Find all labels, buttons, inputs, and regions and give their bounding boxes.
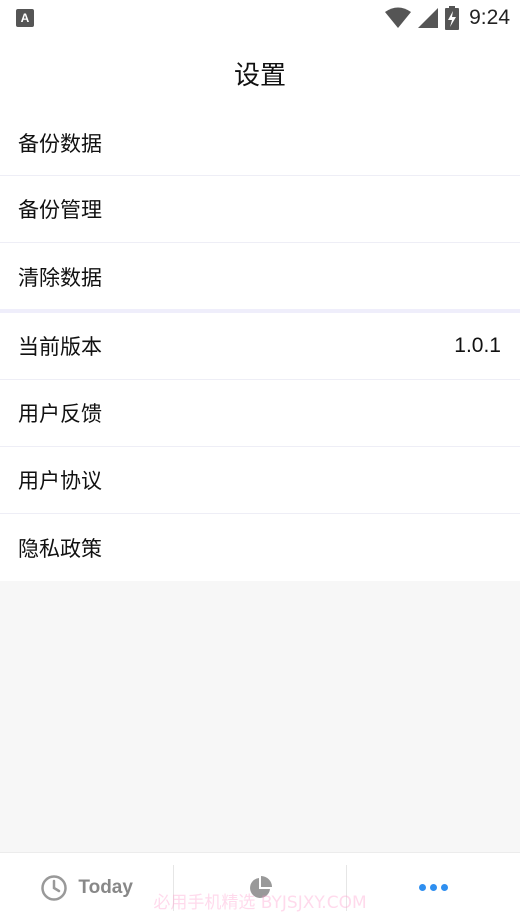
backup-data-row[interactable]: 备份数据	[0, 110, 520, 176]
row-label: 清除数据	[18, 265, 102, 290]
app-notification-icon: A	[16, 9, 34, 27]
cell-signal-icon	[418, 8, 439, 28]
row-label: 备份管理	[18, 198, 102, 222]
row-label: 隐私政策	[18, 536, 102, 561]
privacy-policy-row[interactable]: 隐私政策	[0, 514, 520, 581]
settings-screen: A 9:24 设置 备份数据 备份管理 清除数据 当前版本 1.0.1 用户反馈…	[0, 0, 520, 922]
clock-icon	[41, 874, 68, 901]
tab-more[interactable]	[347, 853, 520, 922]
version-value: 1.0.1	[454, 334, 501, 357]
row-label: 用户协议	[18, 469, 102, 493]
settings-group-data: 备份数据 备份管理 清除数据	[0, 110, 520, 310]
row-label: 用户反馈	[18, 402, 102, 426]
bottom-tab-bar: Today	[0, 852, 520, 922]
tab-statistics[interactable]	[173, 853, 347, 922]
user-feedback-row[interactable]: 用户反馈	[0, 380, 520, 447]
tab-divider	[173, 865, 175, 911]
status-time: 9:24	[469, 6, 510, 29]
status-bar: A 9:24	[0, 0, 520, 36]
user-agreement-row[interactable]: 用户协议	[0, 447, 520, 514]
pie-chart-icon	[250, 875, 272, 898]
current-version-row[interactable]: 当前版本 1.0.1	[0, 313, 520, 380]
battery-charging-icon	[445, 6, 460, 30]
page-title: 设置	[233, 60, 286, 91]
row-label: 当前版本	[18, 335, 102, 359]
wifi-icon	[385, 7, 412, 28]
row-label: 备份数据	[18, 131, 102, 156]
backup-management-row[interactable]: 备份管理	[0, 176, 520, 243]
clear-data-row[interactable]: 清除数据	[0, 243, 520, 310]
tab-today-label: Today	[78, 876, 133, 898]
page-header: 设置	[0, 36, 520, 110]
more-dots-icon	[418, 884, 448, 891]
settings-group-about: 当前版本 1.0.1 用户反馈 用户协议 隐私政策	[0, 313, 520, 581]
tab-today[interactable]: Today	[0, 853, 173, 922]
